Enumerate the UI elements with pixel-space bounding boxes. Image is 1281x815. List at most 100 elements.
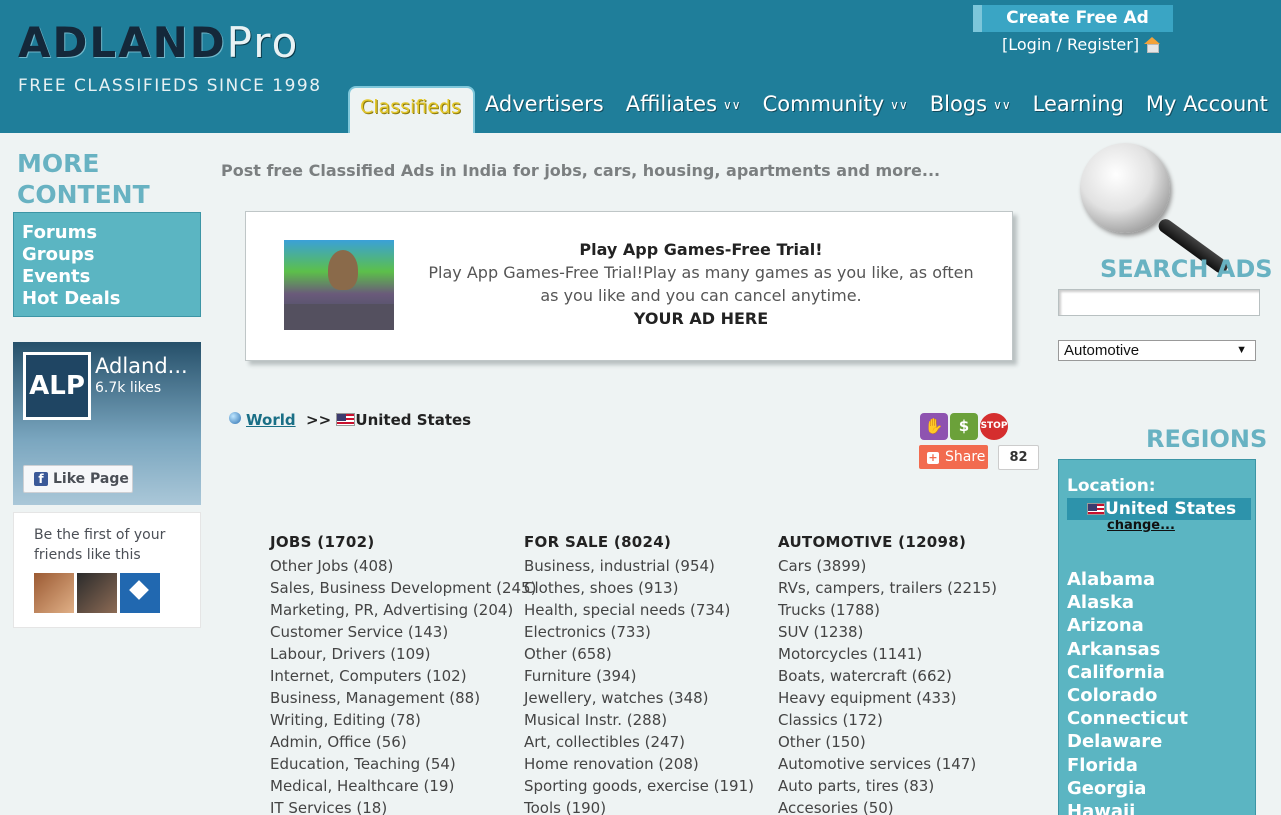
nav-learning[interactable]: Learning [1023,86,1136,133]
region-link[interactable]: California [1067,661,1255,684]
category-link[interactable]: Writing, Editing (78) [270,709,536,731]
dollar-icon[interactable]: $ [950,413,978,440]
stop-icon[interactable]: STOP [980,413,1008,440]
region-link[interactable]: Colorado [1067,684,1255,707]
site-logo[interactable]: ADLANDPro FREE CLASSIFIEDS SINCE 1998 [18,22,322,97]
category-link[interactable]: Classics (172) [778,709,997,731]
category-link[interactable]: Other (150) [778,731,997,753]
fb-page-name[interactable]: Adland... [95,354,188,378]
fb-like-page-button[interactable]: f Like Page [23,465,133,493]
category-link[interactable]: Tools (190) [524,797,754,815]
site-header: ADLANDPro FREE CLASSIFIEDS SINCE 1998 Cr… [0,0,1281,133]
category-link[interactable]: SUV (1238) [778,621,997,643]
category-link[interactable]: Other (658) [524,643,754,665]
nav-community[interactable]: Community ∨∨ [753,86,920,133]
category-link[interactable]: Furniture (394) [524,665,754,687]
ad-title[interactable]: Play App Games-Free Trial! [426,238,976,261]
category-link[interactable]: Boats, watercraft (662) [778,665,997,687]
sponsored-ad[interactable]: Play App Games-Free Trial! Play App Game… [245,211,1013,361]
search-ads-input[interactable] [1058,289,1260,316]
category-column-automotive: AUTOMOTIVE (12098) Cars (3899) RVs, camp… [778,533,997,815]
region-link[interactable]: Georgia [1067,777,1255,800]
share-button[interactable]: + Share [919,445,988,469]
create-free-ad-button[interactable]: Create Free Ad [973,5,1173,32]
nav-label: Community [762,92,885,116]
nav-classifieds[interactable]: Classifieds [348,86,475,133]
friend-avatar[interactable] [34,573,74,613]
nav-advertisers[interactable]: Advertisers [475,86,616,133]
region-link[interactable]: Arkansas [1067,638,1255,661]
category-link[interactable]: Cars (3899) [778,555,997,577]
category-heading[interactable]: FOR SALE (8024) [524,533,754,551]
category-link[interactable]: Trucks (1788) [778,599,997,621]
friend-avatar[interactable] [120,573,160,613]
facebook-page-widget: ALP Adland... 6.7k likes f Like Page [13,342,201,505]
ad-game-thumbnail[interactable] [284,240,394,330]
category-link[interactable]: Business, Management (88) [270,687,536,709]
magnifier-icon [1078,143,1258,276]
current-location-text: United States [1105,499,1237,519]
region-link[interactable]: Alabama [1067,568,1255,591]
change-location-link[interactable]: change... [1107,519,1255,532]
category-link[interactable]: Business, industrial (954) [524,555,754,577]
location-label: Location: [1067,476,1156,496]
fb-page-avatar[interactable]: ALP [23,352,91,420]
events-link[interactable]: Events [22,266,192,288]
fb-friend-thumbnails [34,573,200,613]
category-link[interactable]: Art, collectibles (247) [524,731,754,753]
category-link[interactable]: Customer Service (143) [270,621,536,643]
nav-affiliates[interactable]: Affiliates ∨∨ [616,86,753,133]
category-link[interactable]: Medical, Healthcare (19) [270,775,536,797]
region-link[interactable]: Arizona [1067,614,1255,637]
category-link[interactable]: Education, Teaching (54) [270,753,536,775]
category-link[interactable]: Internet, Computers (102) [270,665,536,687]
nav-my-account[interactable]: My Account [1136,86,1280,133]
category-link[interactable]: Accesories (50) [778,797,997,815]
category-link[interactable]: Heavy equipment (433) [778,687,997,709]
hot-deals-link[interactable]: Hot Deals [22,288,192,310]
logo-text: ADLAND [18,18,227,67]
category-link[interactable]: Other Jobs (408) [270,555,536,577]
chevron-down-icon: ∨∨ [890,98,908,112]
category-link[interactable]: Marketing, PR, Advertising (204) [270,599,536,621]
fb-page-likes: 6.7k likes [95,380,162,396]
hand-icon[interactable]: ✋ [920,413,948,440]
category-link[interactable]: Musical Instr. (288) [524,709,754,731]
your-ad-here-link[interactable]: YOUR AD HERE [426,307,976,330]
nav-blogs[interactable]: Blogs ∨∨ [920,86,1023,133]
category-link[interactable]: Clothes, shoes (913) [524,577,754,599]
friend-avatar[interactable] [77,573,117,613]
category-link[interactable]: Sporting goods, exercise (191) [524,775,754,797]
category-heading[interactable]: AUTOMOTIVE (12098) [778,533,997,551]
category-link[interactable]: Automotive services (147) [778,753,997,775]
category-link[interactable]: Sales, Business Development (245) [270,577,536,599]
groups-link[interactable]: Groups [22,244,192,266]
region-link[interactable]: Hawaii [1067,800,1255,815]
breadcrumb-world-link[interactable]: World [246,411,296,429]
category-link[interactable]: IT Services (18) [270,797,536,815]
category-link[interactable]: Auto parts, tires (83) [778,775,997,797]
category-link[interactable]: Electronics (733) [524,621,754,643]
category-link[interactable]: Home renovation (208) [524,753,754,775]
region-link[interactable]: Delaware [1067,730,1255,753]
category-link[interactable]: Health, special needs (734) [524,599,754,621]
ad-body: Play App Games-Free Trial!Play as many g… [428,263,974,305]
category-link[interactable]: Labour, Drivers (109) [270,643,536,665]
category-link[interactable]: RVs, campers, trailers (2215) [778,577,997,599]
region-link[interactable]: Florida [1067,754,1255,777]
nav-label: Blogs [929,92,988,116]
home-icon[interactable] [1144,37,1161,53]
category-heading[interactable]: JOBS (1702) [270,533,536,551]
magnifier-lens [1080,143,1170,233]
category-link[interactable]: Jewellery, watches (348) [524,687,754,709]
category-link[interactable]: Motorcycles (1141) [778,643,997,665]
category-select[interactable]: Automotive ▼ [1058,340,1256,361]
chevron-down-icon: ∨∨ [993,98,1011,112]
region-link[interactable]: Connecticut [1067,707,1255,730]
forums-link[interactable]: Forums [22,222,192,244]
facebook-icon: f [34,472,48,486]
more-content-links: Forums Groups Events Hot Deals [13,212,201,317]
login-register-link[interactable]: [Login / Register] [1002,35,1161,54]
region-link[interactable]: Alaska [1067,591,1255,614]
category-link[interactable]: Admin, Office (56) [270,731,536,753]
